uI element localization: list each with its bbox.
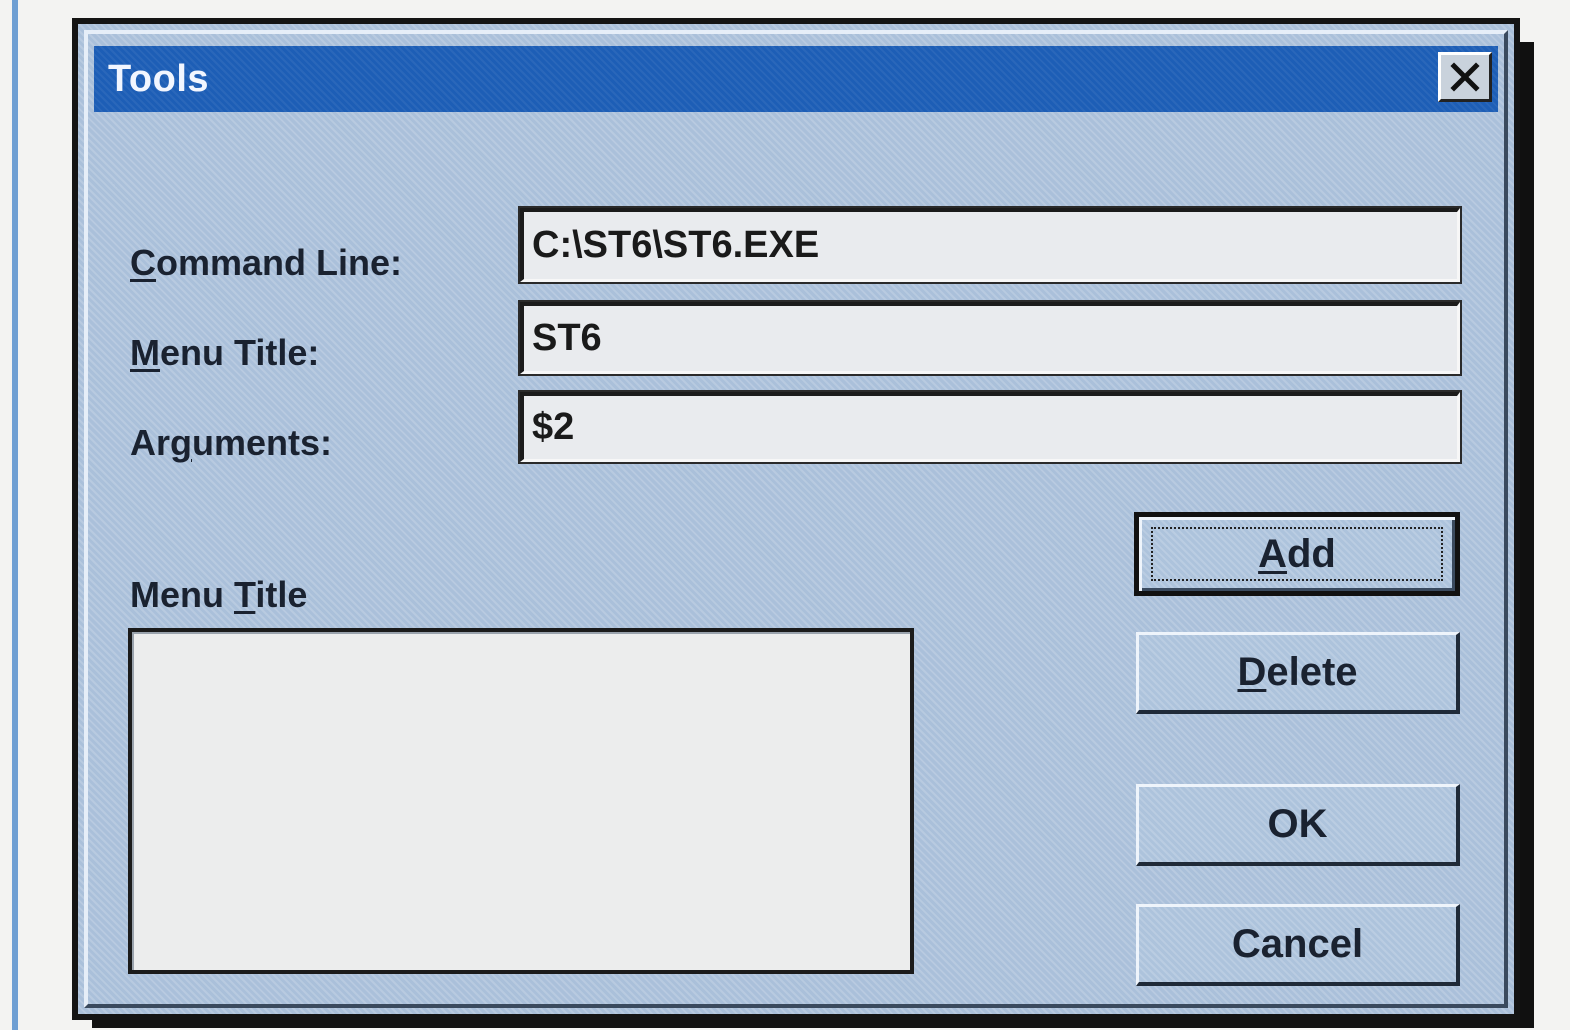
menu-title-mnemonic: M — [130, 332, 160, 373]
add-button[interactable]: Add — [1134, 512, 1460, 596]
arguments-label-text: uments: — [192, 422, 333, 463]
ok-button-label: OK — [1267, 802, 1328, 846]
arguments-label: Arguments: — [130, 422, 332, 464]
menu-list-label-start: Menu — [130, 574, 234, 615]
tools-dialog: Tools Command Line: Menu Title: Argument… — [72, 18, 1520, 1020]
cancel-button-label: Cancel — [1231, 922, 1364, 966]
dialog-titlebar[interactable]: Tools — [94, 46, 1498, 112]
close-button[interactable] — [1438, 52, 1492, 102]
command-line-input[interactable] — [520, 208, 1460, 282]
focus-ring — [1151, 527, 1443, 581]
menu-title-input[interactable] — [520, 302, 1460, 374]
command-line-label: Command Line: — [130, 242, 402, 284]
command-line-mnemonic: C — [130, 242, 156, 283]
arguments-input[interactable] — [520, 392, 1460, 462]
dialog-title: Tools — [108, 58, 210, 100]
menu-list-label-text: itle — [255, 574, 308, 615]
screenshot-page: Tools Command Line: Menu Title: Argument… — [0, 0, 1570, 1030]
cancel-button[interactable]: Cancel — [1136, 904, 1460, 986]
close-icon — [1448, 62, 1482, 92]
menu-list-label: Menu Title — [130, 574, 307, 616]
menu-title-label-text: enu Title: — [160, 332, 320, 373]
arguments-mnemonic: g — [170, 422, 193, 463]
delete-button-mnemonic: D — [1237, 650, 1267, 694]
background-window-edge — [12, 0, 18, 1030]
delete-button[interactable]: Delete — [1136, 632, 1460, 714]
menu-title-label: Menu Title: — [130, 332, 319, 374]
arguments-label-start: Ar — [130, 422, 171, 463]
command-line-label-text: ommand Line: — [156, 242, 403, 283]
ok-button[interactable]: OK — [1136, 784, 1460, 866]
menu-title-listbox[interactable] — [128, 628, 914, 974]
delete-button-label: elete — [1266, 650, 1358, 694]
menu-list-mnemonic: T — [234, 574, 256, 615]
